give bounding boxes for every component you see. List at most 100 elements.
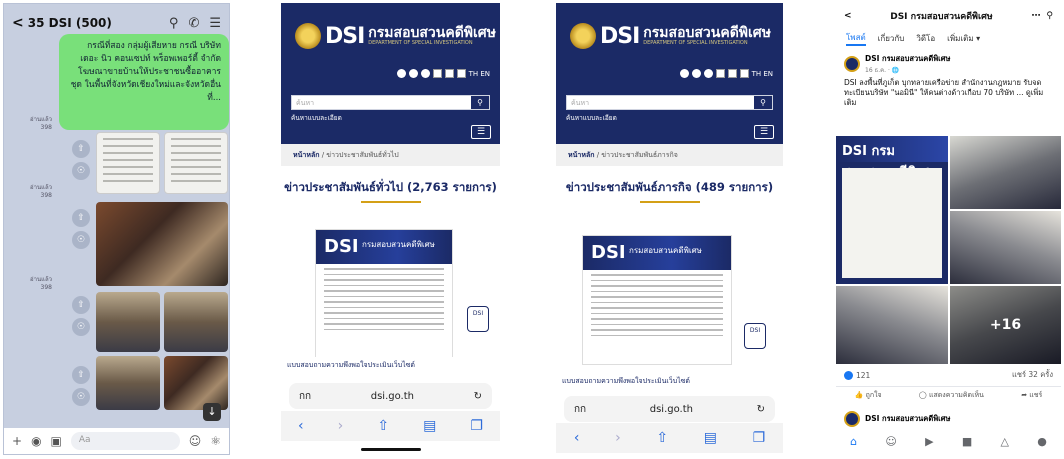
document-image[interactable] [96,132,160,194]
avatar[interactable] [844,411,860,427]
chat-title: 35 DSI (500) [27,16,112,30]
home-icon[interactable]: ⌂ [850,435,857,448]
dsi-chat-badge[interactable]: DSI [744,323,766,349]
message-input-bar: + ◉ ▣ Aa ☺ ⚛ [4,428,229,454]
news-poster-photo[interactable]: DSI กรมสอบสวนคดีพิเศษ [836,136,948,284]
tab-about[interactable]: เกี่ยวกับ [878,32,905,45]
search-icon[interactable]: ⚲ [1046,11,1053,21]
share-icon[interactable]: ⇧ [72,140,90,158]
more-photos-overlay[interactable]: +16 [950,286,1061,364]
friends-icon[interactable]: ☺ [885,435,896,448]
meeting-room-photo[interactable] [96,292,160,352]
save-icon[interactable]: ☉ [72,388,90,406]
search-icon[interactable]: ⚲ [754,96,772,109]
seal-icon [295,23,321,49]
plus-icon[interactable]: + [12,434,22,448]
back-icon[interactable]: < [12,15,24,31]
save-icon[interactable]: ☉ [72,318,90,336]
tabs-icon[interactable]: ❐ [470,418,483,434]
reload-icon[interactable]: ↻ [474,391,482,402]
back-icon[interactable]: ‹ [574,430,580,446]
news-poster[interactable]: DSI กรมสอบสวนคดีพิเศษ [582,235,732,365]
next-post-header: DSI กรมสอบสวนคดีพิเศษ [844,411,950,427]
save-icon[interactable]: ☉ [72,231,90,249]
search-input[interactable]: ค้นหา ⚲ [566,95,773,110]
survey-link[interactable]: แบบสอบถามความพึงพอใจประเมินเว็บไซต์ [556,373,783,389]
more-icon[interactable]: ⋯ [1031,11,1040,21]
profile-icon[interactable]: ● [1037,435,1047,448]
back-icon[interactable]: ‹ [298,418,304,434]
meeting-room-photo[interactable] [96,356,160,410]
emoji-icon[interactable]: ☺ [189,434,202,448]
message-bubble[interactable]: กรณีที่สอง กลุ่มผู้เสียหาย กรณี บริษัท เ… [59,34,229,130]
camera-icon[interactable]: ◉ [31,434,41,448]
forward-icon[interactable]: › [338,418,344,434]
meeting-photo[interactable] [96,202,228,286]
share-icon[interactable]: ⇧ [72,366,90,384]
reload-icon[interactable]: ↻ [757,404,765,415]
advanced-search-link[interactable]: ค้นหาแบบละเอียด [291,113,342,123]
news-poster[interactable]: DSI กรมสอบสวนคดีพิเศษ [315,229,453,359]
hamburger-menu-icon[interactable]: ☰ [471,125,491,139]
home-indicator [361,448,421,451]
share-button[interactable]: ➦ แชร์ [1021,390,1042,402]
like-button[interactable]: 👍 ถูกใจ [855,390,882,402]
forward-icon[interactable]: › [615,430,621,446]
dsi-logo[interactable]: DSI กรมสอบสวนคดีพิเศษ DEPARTMENT OF SPEC… [570,23,771,49]
phone-icon[interactable]: ✆ [188,16,199,31]
event-photo[interactable] [950,211,1061,284]
avatar[interactable] [844,56,860,72]
text-size-button[interactable]: กก [574,402,586,417]
language-switch[interactable]: TH EN [679,69,773,78]
share-icon[interactable]: ⇧ [72,209,90,227]
search-icon[interactable]: ⚲ [471,96,489,109]
language-switch[interactable]: TH EN [396,69,490,78]
marketplace-icon[interactable]: ■ [962,435,972,448]
meeting-photo[interactable] [164,356,228,410]
address-bar[interactable]: กก dsi.go.th ↻ [564,396,775,422]
tab-more[interactable]: เพิ่มเติม ▾ [947,32,980,45]
share-icon[interactable]: ⇧ [656,430,668,446]
post-date: 16 ธ.ค. · 🌐 [865,67,900,74]
dsi-logo[interactable]: DSI กรมสอบสวนคดีพิเศษ DEPARTMENT OF SPEC… [295,23,496,49]
share-icon[interactable]: ⇧ [377,418,389,434]
search-input[interactable]: ค้นหา ⚲ [291,95,490,110]
survey-link[interactable]: แบบสอบถามความพึงพอใจประเมินเว็บไซต์ [281,357,500,373]
page-name[interactable]: DSI กรมสอบสวนคดีพิเศษ [865,53,950,65]
menu-icon[interactable]: ☰ [209,16,221,31]
address-bar[interactable]: กก dsi.go.th ↻ [289,383,492,409]
image-icon[interactable]: ▣ [51,434,62,448]
reaction-summary[interactable]: 121 แชร์ 32 ครั้ง [836,367,1061,383]
event-photo[interactable] [836,286,948,364]
comment-button[interactable]: ◯ แสดงความคิดเห็น [919,390,984,402]
text-size-button[interactable]: กก [299,389,311,404]
bookmarks-icon[interactable]: ▤ [423,418,436,434]
mic-icon[interactable]: ⚛ [210,434,221,448]
back-icon[interactable]: < [844,11,852,21]
event-photo[interactable] [950,136,1061,209]
event-photo[interactable]: +16 [950,286,1061,364]
read-receipt: อ่านแล้ว 398 [30,276,52,291]
post-text[interactable]: DSI ลงพื้นที่ภูเก็ต บุกทลายเครือข่าย สำน… [836,75,1061,111]
meeting-room-photo[interactable] [164,292,228,352]
tab-videos[interactable]: วิดีโอ [916,32,935,45]
message-input[interactable]: Aa [70,432,180,450]
dsi-chat-badge[interactable]: DSI [467,306,489,332]
tabs-icon[interactable]: ❐ [753,430,766,446]
share-icon[interactable]: ⇧ [72,296,90,314]
fb-header: < DSI กรมสอบสวนคดีพิเศษ ⋯ ⚲ [836,3,1061,29]
dsi-website-mission-news: DSI กรมสอบสวนคดีพิเศษ DEPARTMENT OF SPEC… [556,3,783,455]
save-icon[interactable]: ☉ [72,162,90,180]
page-name[interactable]: DSI กรมสอบสวนคดีพิเศษ [865,413,950,425]
tab-posts[interactable]: โพสต์ [846,31,866,46]
advanced-search-link[interactable]: ค้นหาแบบละเอียด [566,113,617,123]
search-icon[interactable]: ⚲ [169,16,179,31]
site-header: DSI กรมสอบสวนคดีพิเศษ DEPARTMENT OF SPEC… [556,3,783,89]
document-image[interactable] [164,132,228,194]
bottom-nav: ⌂ ☺ ▶ ■ △ ● [836,427,1061,455]
scroll-down-button[interactable]: ↓ [203,403,221,421]
notifications-icon[interactable]: △ [1001,435,1009,448]
video-icon[interactable]: ▶ [925,435,933,448]
hamburger-menu-icon[interactable]: ☰ [754,125,774,139]
bookmarks-icon[interactable]: ▤ [704,430,717,446]
